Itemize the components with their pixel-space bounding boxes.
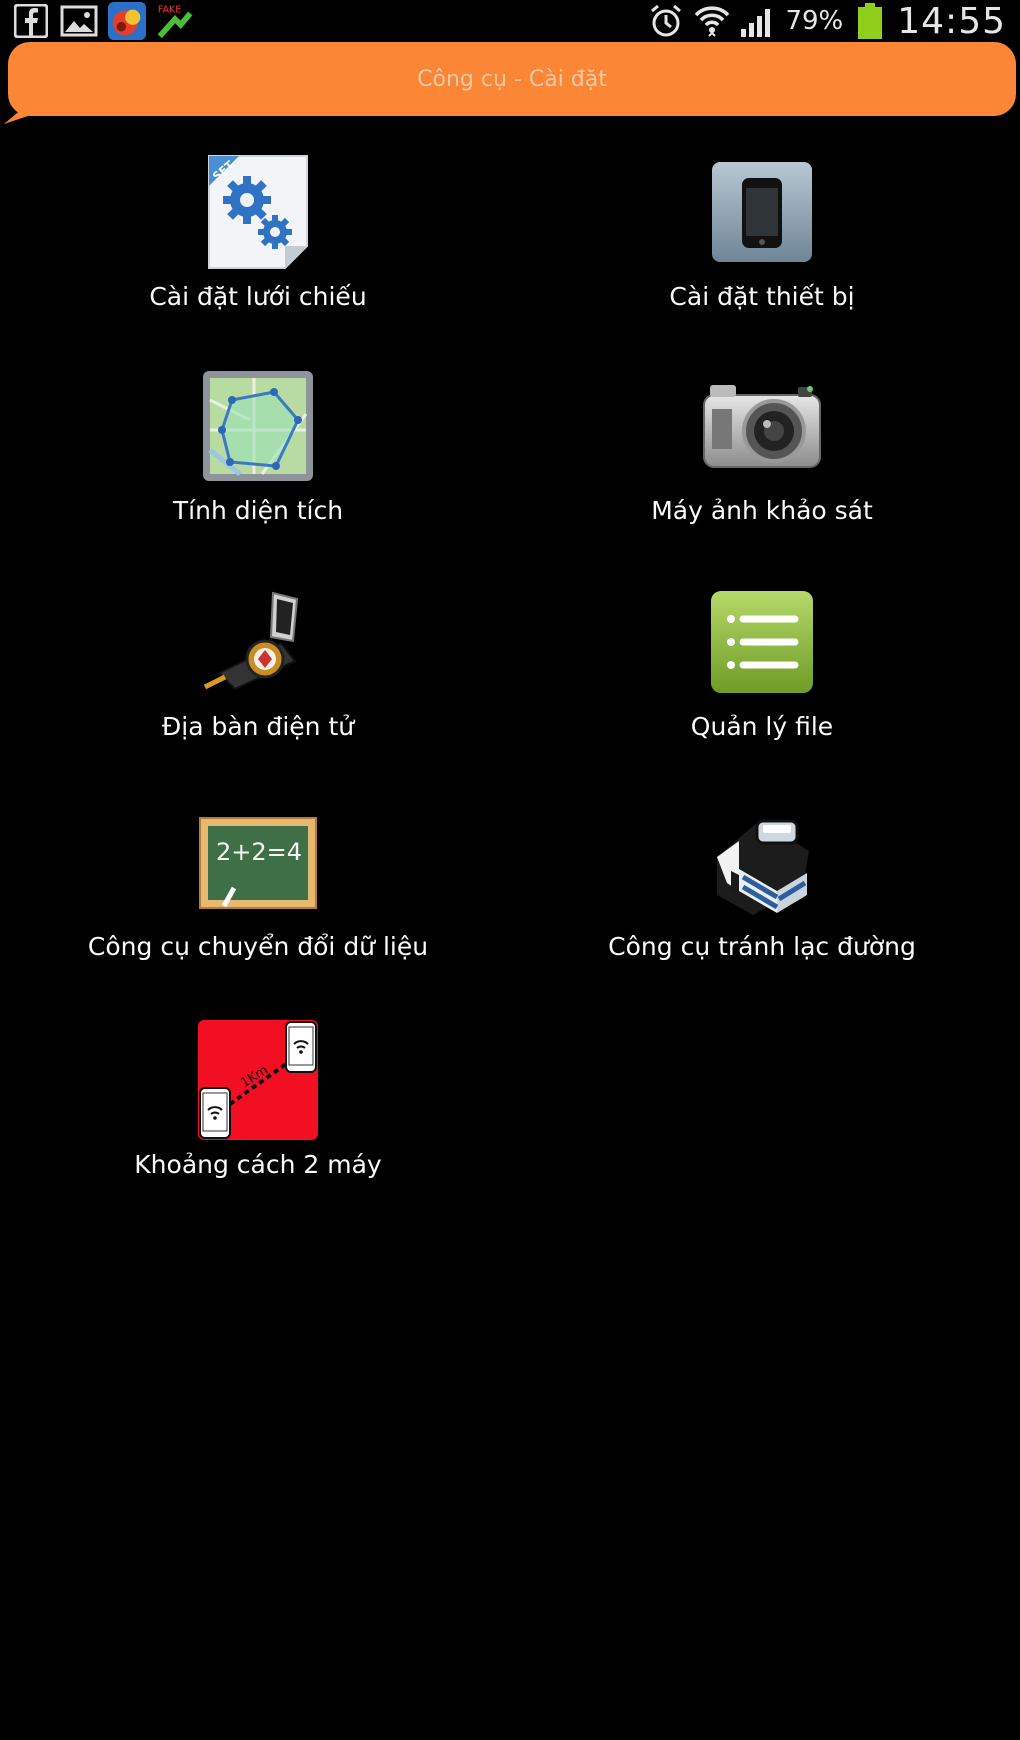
menu-item-label: Cài đặt thiết bị [669,282,855,311]
menu-item-area-calc[interactable]: Tính diện tích [28,350,488,550]
menu-item-file-manager[interactable]: Quản lý file [532,570,992,770]
home-icon [700,800,824,924]
chalkboard-icon: 2+2=4 [196,800,320,924]
battery-icon [851,2,889,40]
menu-item-label: Công cụ tránh lạc đường [608,932,916,961]
menu-item-label: Tính diện tích [172,496,344,525]
fake-gps-icon: FAKE [156,2,194,40]
menu-item-label: Cài đặt lưới chiếu [149,282,367,311]
clock: 14:55 [897,0,1006,42]
svg-text:2+2=4: 2+2=4 [216,838,302,866]
app-icon [108,2,146,40]
signal-icon [739,2,777,40]
menu-item-compass[interactable]: Địa bàn điện tử [28,570,488,770]
svg-text:FAKE: FAKE [158,4,181,15]
menu-item-label: Khoảng cách 2 máy [134,1150,382,1179]
menu-item-data-converter[interactable]: 2+2=4 Công cụ chuyển đổi dữ liệu [28,790,488,990]
gallery-icon [60,2,98,40]
facebook-icon [12,2,50,40]
menu-item-survey-camera[interactable]: Máy ảnh khảo sát [532,350,992,550]
menu-item-anti-lost[interactable]: Công cụ tránh lạc đường [532,790,992,990]
phone-device-icon [700,150,824,274]
menu-item-projection-settings[interactable]: SET Cài đặt lưới chiếu [28,130,488,330]
camera-icon [700,364,824,488]
file-list-icon [700,580,824,704]
title-bar-tail [4,104,28,124]
wifi-icon [693,2,731,40]
menu-item-label: Máy ảnh khảo sát [651,496,873,525]
settings-gear-document-icon: SET [196,150,320,274]
title-bar: Công cụ - Cài đặt [4,42,1016,124]
distance-two-phones-icon: 1Km [196,1018,320,1142]
menu-item-device-settings[interactable]: Cài đặt thiết bị [532,130,992,330]
battery-percent: 79% [785,6,844,36]
compass-icon [196,580,320,704]
menu-item-label: Địa bàn điện tử [161,712,355,741]
menu-item-label: Quản lý file [690,712,834,741]
menu-item-label: Công cụ chuyển đổi dữ liệu [87,932,429,961]
alarm-icon [647,2,685,40]
map-area-icon [196,364,320,488]
status-bar: FAKE 79% 14:55 [0,0,1020,42]
menu-item-two-device-distance[interactable]: 1Km Khoảng cách 2 máy [28,1010,488,1210]
page-title: Công cụ - Cài đặt [417,66,607,92]
